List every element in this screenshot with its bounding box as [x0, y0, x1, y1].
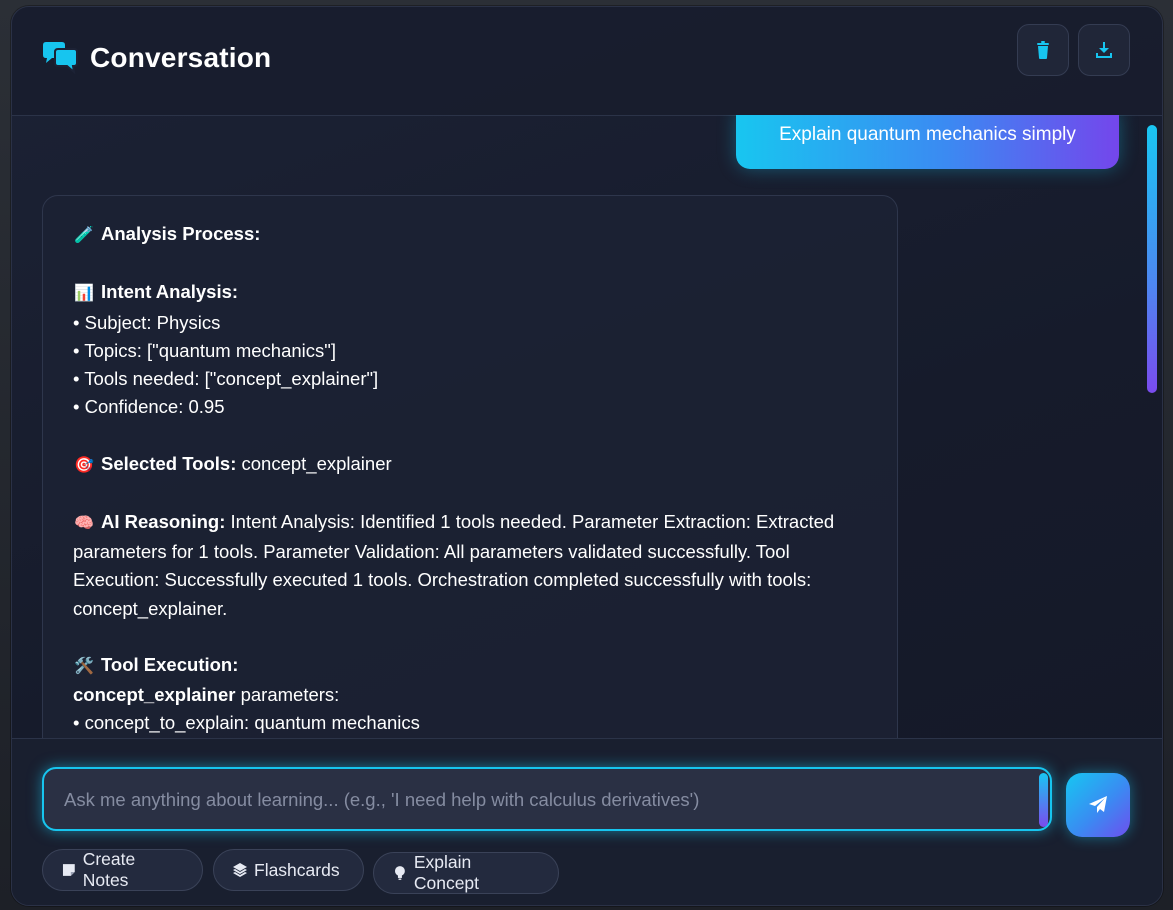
intent-heading-line: 📊 Intent Analysis: — [73, 278, 869, 308]
selected-tools-label: Selected Tools: — [101, 452, 237, 474]
assistant-message: 🧪 Analysis Process: 📊 Intent Analysis: • S… — [42, 195, 898, 738]
app-window: Conversation Explain quantum mechanics s… — [0, 0, 1173, 910]
intent-line: • Confidence: 0.95 — [73, 396, 225, 418]
tool-params-line: concept_explainer parameters: — [73, 681, 869, 709]
tools-icon: 🛠️ — [74, 657, 94, 675]
intent-heading: Intent Analysis: — [101, 281, 239, 303]
selected-tools-value: concept_explainer — [236, 452, 392, 474]
tool-param-line: • concept_to_explain: quantum mechanics — [73, 712, 420, 734]
intent-line: • Tools needed: ["concept_explainer"] — [73, 368, 379, 389]
download-icon — [1096, 42, 1112, 58]
intent-line: • Topics: ["quantum mechanics"] — [73, 339, 336, 361]
paper-plane-icon — [1089, 796, 1107, 813]
user-message: Explain quantum mechanics simply — [736, 115, 1119, 169]
message-list[interactable]: Explain quantum mechanics simply 🧪 Analys… — [12, 115, 1162, 738]
tool-execution-heading: Tool Execution: — [101, 653, 239, 675]
clear-chat-button[interactable] — [1017, 24, 1069, 76]
page-title: Conversation — [90, 42, 272, 73]
sticky-note-icon — [62, 864, 75, 876]
analysis-heading-line: 🧪 Analysis Process: — [73, 220, 869, 250]
layers-icon — [233, 863, 247, 877]
composer: Create Notes Flashcards Explain Concept — [12, 738, 1162, 905]
tool-name: concept_explainer — [73, 684, 236, 706]
explain-concept-label: Explain Concept — [413, 852, 480, 893]
flashcards-button[interactable]: Flashcards — [213, 849, 364, 891]
reasoning-paragraph: 🧠 AI Reasoning: Intent Analysis: Identifi… — [73, 508, 869, 623]
tool-execution-heading-line: 🛠️ Tool Execution: — [73, 651, 869, 681]
selected-tools-line: 🎯 Selected Tools: concept_explainer — [73, 450, 869, 480]
intent-line: • Subject: Physics — [73, 311, 221, 333]
trash-icon — [1037, 41, 1049, 59]
input-scrollbar[interactable] — [1039, 773, 1048, 827]
analysis-heading: Analysis Process: — [101, 223, 261, 244]
download-chat-button[interactable] — [1078, 24, 1130, 76]
comments-icon — [43, 42, 78, 75]
header-title-group: Conversation — [40, 41, 271, 75]
message-input[interactable] — [62, 769, 1026, 831]
tool-params-suffix: parameters: — [235, 684, 340, 706]
create-notes-label: Create Notes — [82, 849, 136, 890]
reasoning-label: AI Reasoning: — [101, 510, 226, 532]
message-input-wrapper — [42, 767, 1052, 831]
create-notes-button[interactable]: Create Notes — [42, 849, 203, 891]
conversation-panel: Conversation Explain quantum mechanics s… — [11, 6, 1163, 906]
test-tube-icon: 🧪 — [74, 227, 94, 244]
message-scrollbar[interactable] — [1147, 125, 1157, 393]
conversation-header: Conversation — [12, 7, 1162, 116]
bar-chart-icon: 📊 — [74, 285, 94, 303]
flashcards-label: Flashcards — [254, 859, 340, 880]
explain-concept-button[interactable]: Explain Concept — [373, 852, 559, 894]
lightbulb-icon — [394, 866, 405, 880]
brain-icon: 🧠 — [74, 514, 94, 532]
target-icon: 🎯 — [74, 456, 94, 474]
send-button[interactable] — [1066, 773, 1130, 837]
